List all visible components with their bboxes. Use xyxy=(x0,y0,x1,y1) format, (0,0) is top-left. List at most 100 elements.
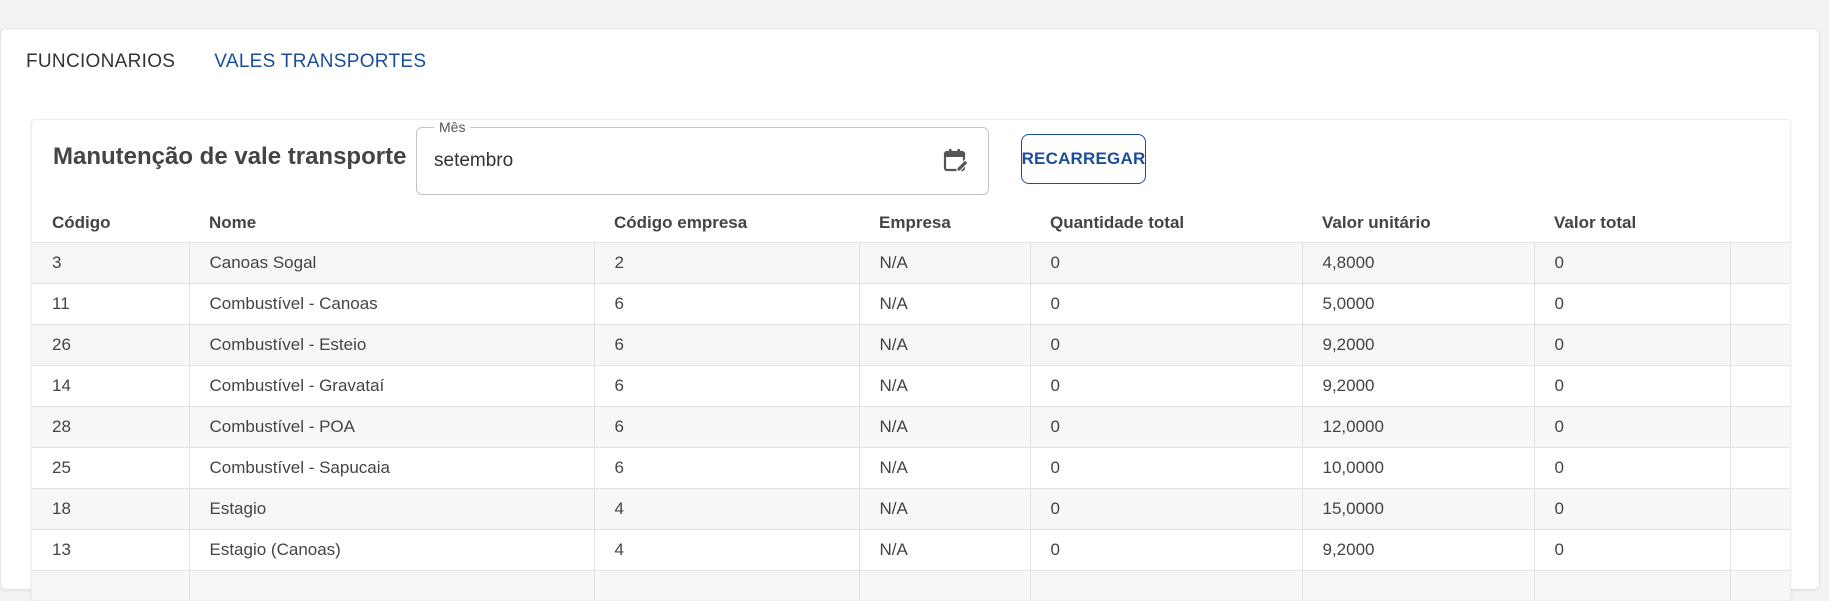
cell-valor-unitario xyxy=(1302,571,1534,601)
cell-codigo: 3 xyxy=(32,243,189,284)
cell-valor-total: 0 xyxy=(1534,284,1730,325)
cell-codigo-empresa: 6 xyxy=(594,448,859,489)
cell-codigo: 11 xyxy=(32,284,189,325)
cell-codigo: 18 xyxy=(32,489,189,530)
cell-actions xyxy=(1730,366,1790,407)
cell-codigo-empresa: 6 xyxy=(594,407,859,448)
column-header-codigo-empresa[interactable]: Código empresa xyxy=(594,204,859,243)
cell-codigo: 25 xyxy=(32,448,189,489)
cell-empresa xyxy=(859,571,1030,601)
cell-valor-total: 0 xyxy=(1534,407,1730,448)
month-field-value[interactable]: setembro xyxy=(434,150,513,172)
cell-actions xyxy=(1730,489,1790,530)
cell-codigo: 13 xyxy=(32,530,189,571)
month-field-label: Mês xyxy=(434,119,470,136)
cell-codigo-empresa: 6 xyxy=(594,325,859,366)
cell-codigo-empresa: 4 xyxy=(594,489,859,530)
cell-codigo: 26 xyxy=(32,325,189,366)
cell-nome: Combustível - POA xyxy=(189,407,594,448)
cell-empresa: N/A xyxy=(859,243,1030,284)
cell-valor-total: 0 xyxy=(1534,325,1730,366)
table-row[interactable]: 11Combustível - Canoas6N/A05,00000 xyxy=(32,284,1790,325)
reload-button[interactable]: RECARREGAR xyxy=(1021,134,1146,184)
cell-nome: Combustível - Esteio xyxy=(189,325,594,366)
column-header-valor-total[interactable]: Valor total xyxy=(1534,204,1730,243)
cell-codigo xyxy=(32,571,189,601)
cell-codigo-empresa: 2 xyxy=(594,243,859,284)
month-field[interactable]: Mês setembro xyxy=(416,127,989,195)
cell-quantidade-total xyxy=(1030,571,1302,601)
cell-quantidade-total: 0 xyxy=(1030,243,1302,284)
cell-quantidade-total: 0 xyxy=(1030,489,1302,530)
cell-actions xyxy=(1730,530,1790,571)
cell-quantidade-total: 0 xyxy=(1030,407,1302,448)
cell-codigo-empresa: 4 xyxy=(594,530,859,571)
tab-vales-transportes[interactable]: VALES TRANSPORTES xyxy=(214,51,426,73)
cell-valor-unitario: 9,2000 xyxy=(1302,325,1534,366)
cell-empresa: N/A xyxy=(859,325,1030,366)
cell-nome: Estagio xyxy=(189,489,594,530)
page-title: Manutenção de vale transporte xyxy=(53,143,406,171)
cell-actions xyxy=(1730,325,1790,366)
column-header-nome[interactable]: Nome xyxy=(189,204,594,243)
content-card: FUNCIONARIOS VALES TRANSPORTES Manutençã… xyxy=(0,28,1820,590)
cell-nome: Combustível - Gravataí xyxy=(189,366,594,407)
column-header-actions xyxy=(1730,204,1790,243)
cell-empresa: N/A xyxy=(859,366,1030,407)
cell-quantidade-total: 0 xyxy=(1030,366,1302,407)
vale-transporte-panel: Manutenção de vale transporte Mês setemb… xyxy=(31,119,1791,601)
cell-valor-unitario: 9,2000 xyxy=(1302,366,1534,407)
cell-nome xyxy=(189,571,594,601)
cell-valor-unitario: 9,2000 xyxy=(1302,530,1534,571)
cell-valor-total: 0 xyxy=(1534,448,1730,489)
table-row[interactable]: 26Combustível - Esteio6N/A09,20000 xyxy=(32,325,1790,366)
table-row[interactable]: 18Estagio4N/A015,00000 xyxy=(32,489,1790,530)
cell-valor-unitario: 4,8000 xyxy=(1302,243,1534,284)
cell-nome: Combustível - Sapucaia xyxy=(189,448,594,489)
cell-valor-unitario: 5,0000 xyxy=(1302,284,1534,325)
cell-codigo: 14 xyxy=(32,366,189,407)
cell-valor-unitario: 15,0000 xyxy=(1302,489,1534,530)
table-row[interactable]: 3Canoas Sogal2N/A04,80000 xyxy=(32,243,1790,284)
tab-bar: FUNCIONARIOS VALES TRANSPORTES xyxy=(26,51,426,73)
calendar-edit-icon[interactable] xyxy=(942,147,970,175)
table-row[interactable]: 28Combustível - POA6N/A012,00000 xyxy=(32,407,1790,448)
column-header-valor-unitario[interactable]: Valor unitário xyxy=(1302,204,1534,243)
cell-empresa: N/A xyxy=(859,407,1030,448)
cell-nome: Canoas Sogal xyxy=(189,243,594,284)
cell-quantidade-total: 0 xyxy=(1030,284,1302,325)
tab-funcionarios[interactable]: FUNCIONARIOS xyxy=(26,51,175,73)
cell-valor-total: 0 xyxy=(1534,489,1730,530)
cell-valor-total xyxy=(1534,571,1730,601)
table-row[interactable] xyxy=(32,571,1790,601)
cell-quantidade-total: 0 xyxy=(1030,530,1302,571)
cell-valor-total: 0 xyxy=(1534,243,1730,284)
column-header-codigo[interactable]: Código xyxy=(32,204,189,243)
table-header-row: Código Nome Código empresa Empresa Quant… xyxy=(32,204,1790,243)
vale-transporte-table: Código Nome Código empresa Empresa Quant… xyxy=(32,204,1790,601)
cell-empresa: N/A xyxy=(859,448,1030,489)
cell-empresa: N/A xyxy=(859,530,1030,571)
cell-actions xyxy=(1730,284,1790,325)
cell-quantidade-total: 0 xyxy=(1030,325,1302,366)
cell-codigo: 28 xyxy=(32,407,189,448)
cell-codigo-empresa: 6 xyxy=(594,366,859,407)
column-header-empresa[interactable]: Empresa xyxy=(859,204,1030,243)
table-row[interactable]: 13Estagio (Canoas)4N/A09,20000 xyxy=(32,530,1790,571)
cell-valor-total: 0 xyxy=(1534,530,1730,571)
cell-empresa: N/A xyxy=(859,489,1030,530)
cell-valor-unitario: 12,0000 xyxy=(1302,407,1534,448)
table-row[interactable]: 14Combustível - Gravataí6N/A09,20000 xyxy=(32,366,1790,407)
cell-quantidade-total: 0 xyxy=(1030,448,1302,489)
table-row[interactable]: 25Combustível - Sapucaia6N/A010,00000 xyxy=(32,448,1790,489)
cell-actions xyxy=(1730,571,1790,601)
cell-empresa: N/A xyxy=(859,284,1030,325)
cell-actions xyxy=(1730,243,1790,284)
cell-valor-total: 0 xyxy=(1534,366,1730,407)
cell-valor-unitario: 10,0000 xyxy=(1302,448,1534,489)
cell-actions xyxy=(1730,448,1790,489)
cell-actions xyxy=(1730,407,1790,448)
cell-nome: Combustível - Canoas xyxy=(189,284,594,325)
cell-codigo-empresa: 6 xyxy=(594,284,859,325)
column-header-quantidade-total[interactable]: Quantidade total xyxy=(1030,204,1302,243)
